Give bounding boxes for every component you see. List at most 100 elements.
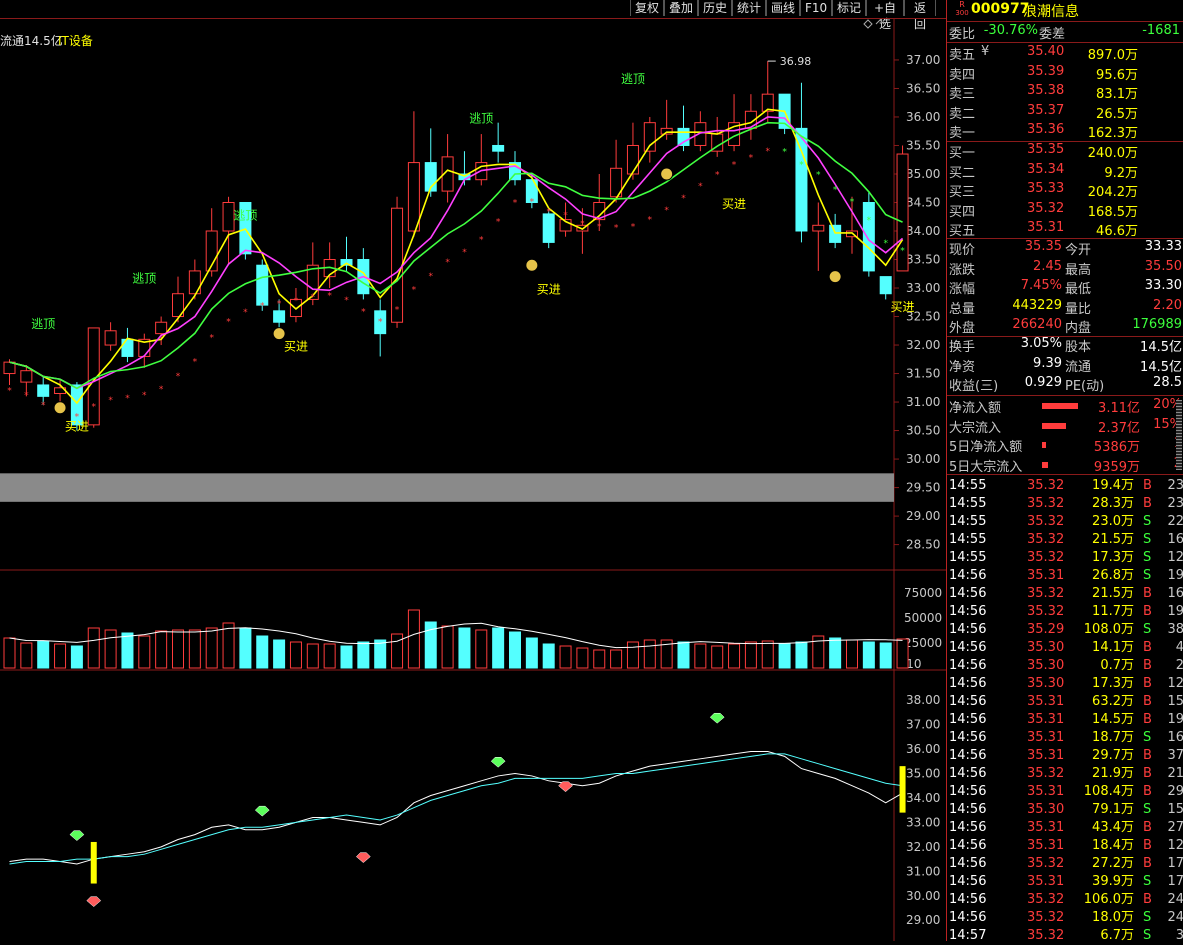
tick-row: 14:56 35.30 14.1万 B 4 [947, 639, 1183, 657]
tick-time: 14:56 [949, 874, 987, 889]
sar-dot: * [412, 285, 417, 295]
kline-chart[interactable]: 流通14.5亿IT设备 37.00 36.50 36.00 35.50 35.00 34.5… [0, 18, 946, 941]
stat-label: 流通 [1065, 359, 1092, 375]
sector-label: IT设备 [58, 34, 93, 48]
tick-volume: 14.1万 [1092, 640, 1134, 655]
volume-bar [340, 645, 353, 669]
sar-dot: * [782, 148, 787, 158]
toolbar-button-3[interactable]: 统计 [732, 0, 766, 16]
chevron-up-icon [875, 19, 885, 25]
volume-bar [357, 641, 370, 669]
signal-bar [90, 841, 97, 884]
tick-side: B [1143, 712, 1152, 727]
weicha-value: -1681 [1142, 23, 1180, 38]
tick-side: B [1143, 640, 1152, 655]
volume-bar [374, 639, 387, 669]
flow-row: 净流入额 3.11亿 20% [947, 397, 1183, 416]
volume-bar [846, 639, 858, 669]
tick-volume: 26.8万 [1092, 568, 1134, 583]
toolbar-button-7[interactable]: +自选 [866, 0, 904, 31]
tick-price: 35.32 [1027, 604, 1065, 619]
tick-row: 14:56 35.32 18.0万 S 24 [947, 909, 1183, 927]
tick-volume: 106.0万 [1083, 892, 1134, 907]
stock-code: 000977 [971, 1, 1030, 17]
tick-price: 35.30 [1027, 640, 1065, 655]
ask-volume: 162.3万 [1087, 126, 1138, 141]
sar-dot: * [799, 161, 804, 171]
bid-price: 35.33 [1027, 181, 1065, 196]
buy-signal-label: 买进 [891, 300, 915, 314]
volume-bar [593, 649, 606, 669]
badge-top: R [959, 0, 965, 9]
divider [947, 395, 1183, 396]
scrollbar[interactable] [1176, 400, 1182, 470]
price-axis-label: 33.50 [906, 253, 940, 267]
flow-value: 2.37亿 [1098, 420, 1140, 436]
price-axis-label: 28.50 [906, 538, 940, 552]
tick-time: 14:56 [949, 694, 987, 709]
tick-side: S [1143, 874, 1152, 889]
volume-bar [643, 639, 656, 669]
bid-row: 买二 35.34 9.2万 [947, 162, 1183, 181]
flow-row: 5日大宗流入9359万2 [947, 456, 1183, 475]
price-axis-label: 34.50 [906, 195, 940, 209]
green-diamond-icon [69, 830, 85, 841]
tick-price: 35.32 [1027, 514, 1065, 529]
tick-volume: 108.4万 [1083, 784, 1134, 799]
toolbar-button-6[interactable]: 标记 [832, 0, 866, 16]
toolbar-button-5[interactable]: F10 [800, 0, 832, 16]
tick-volume: 17.3万 [1092, 676, 1134, 691]
tick-time: 14:56 [949, 730, 987, 745]
sar-dot: * [833, 186, 838, 196]
flow-label: 5日净流入额 [949, 440, 1023, 455]
toolbar-button-8[interactable]: 返回 [904, 0, 936, 31]
gap-band [0, 473, 894, 502]
tick-volume: 14.5万 [1092, 712, 1134, 727]
stat-value: 3.05% [1020, 336, 1062, 351]
sar-dot: * [344, 296, 349, 306]
candle-body [812, 224, 825, 232]
price-axis-label: 29.50 [906, 481, 940, 495]
volume-bar [559, 645, 572, 669]
bid-price: 35.34 [1027, 161, 1065, 177]
sar-dot: * [327, 292, 332, 302]
tick-time: 14:56 [949, 604, 987, 619]
bid-volume: 46.6万 [1096, 224, 1138, 239]
stat-value: 266240 [1012, 317, 1062, 332]
volume-bar [694, 643, 707, 669]
volume-bar [54, 643, 67, 669]
candle-body [660, 127, 673, 135]
toolbar-button-0[interactable]: 复权 [630, 0, 664, 16]
tick-count: 15 [1167, 802, 1183, 817]
toolbar-button-1[interactable]: 叠加 [664, 0, 698, 16]
volume-bar [289, 641, 302, 669]
tick-row: 14:56 35.32 106.0万 B 24 [947, 891, 1183, 909]
candle-body [155, 321, 168, 335]
flow-row: 5日净流入额5386万1 [947, 436, 1183, 455]
tick-side: S [1143, 568, 1152, 583]
tick-time: 14:56 [949, 784, 987, 799]
price-axis-label: 36.50 [906, 81, 940, 95]
stat-row: 涨幅 7.45% 最低 33.30 [947, 278, 1183, 297]
toolbar-button-2[interactable]: 历史 [698, 0, 732, 16]
flow-label: 大宗流入 [949, 420, 1002, 436]
sar-dot: * [209, 333, 214, 343]
sar-dot: * [749, 153, 754, 163]
stat-label: 净资 [949, 359, 976, 375]
sar-dot: * [445, 258, 450, 268]
flow-bar [1042, 442, 1046, 448]
tick-volume: 11.7万 [1092, 604, 1134, 619]
tick-row: 14:56 35.30 17.3万 B 12 [947, 675, 1183, 693]
candle-body [37, 384, 50, 397]
toolbar-button-4[interactable]: 画线 [766, 0, 800, 16]
tick-price: 35.32 [1027, 550, 1065, 565]
bid-row: 买四 35.32 168.5万 [947, 201, 1183, 220]
bid-volume: 240.0万 [1087, 146, 1138, 161]
tick-count: 17 [1167, 856, 1183, 871]
tick-price: 35.31 [1027, 712, 1065, 727]
tick-count: 37 [1167, 748, 1183, 763]
kline-chart-area[interactable]: 流通14.5亿 IT设备 37.00 36.50 36.00 35.50 35.00 34.5… [0, 18, 946, 941]
sar-dot: * [597, 223, 602, 233]
tick-price: 35.30 [1027, 802, 1065, 817]
volume-bar [525, 637, 538, 669]
